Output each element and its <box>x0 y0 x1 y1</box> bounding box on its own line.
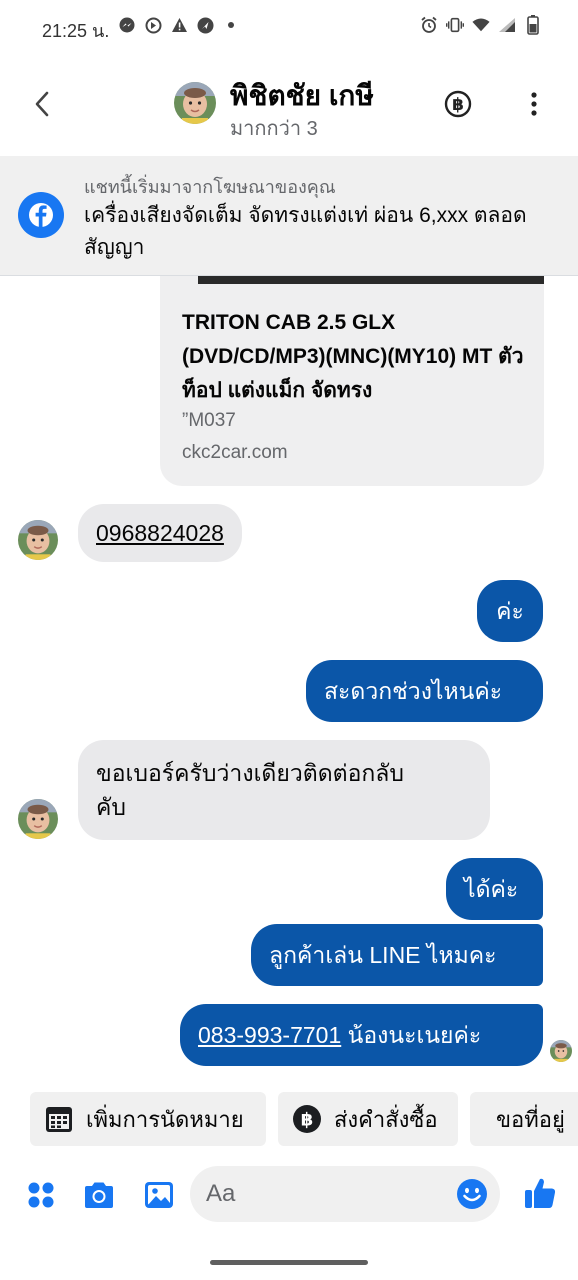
message-text: น้องนะเนยค่ะ <box>341 1022 482 1048</box>
like-button[interactable] <box>522 1174 558 1212</box>
message-input[interactable] <box>206 1176 446 1212</box>
ad-banner-title: แชทนี้เริ่มมาจากโฆษณาของคุณ <box>84 177 336 197</box>
image-icon <box>145 1182 173 1208</box>
message-bubble-outgoing[interactable]: สะดวกช่วงไหนค่ะ <box>306 660 543 722</box>
status-time: 21:25 น. <box>42 21 110 41</box>
camera-icon <box>85 1182 113 1208</box>
message-text: ได้ค่ะ <box>464 876 519 902</box>
more-vertical-icon <box>531 92 537 116</box>
request-address-button[interactable]: ขอที่อยู่ <box>470 1092 578 1146</box>
emoji-icon <box>457 1179 487 1209</box>
data-saver-icon <box>144 16 162 34</box>
ad-origin-banner[interactable]: แชทนี้เริ่มมาจากโฆษณาของคุณ เครื่องเสียง… <box>0 156 578 276</box>
ad-banner-text: เครื่องเสียงจัดเต็ม จัดทรงแต่งเท่ ผ่อน 6… <box>84 204 527 259</box>
message-text: สะดวกช่วงไหนค่ะ <box>324 678 503 704</box>
messenger-icon <box>118 16 136 34</box>
gallery-button[interactable] <box>142 1178 176 1212</box>
message-text-line2: คับ <box>96 794 126 820</box>
gesture-nav-bar[interactable] <box>210 1260 368 1265</box>
dot-icon <box>222 16 240 34</box>
camera-button[interactable] <box>82 1178 116 1212</box>
baht-icon: ฿ <box>293 1105 321 1133</box>
battery-icon <box>524 15 542 35</box>
calendar-icon <box>46 1107 72 1132</box>
chevron-left-icon <box>35 91 49 117</box>
contact-avatar[interactable] <box>174 82 216 124</box>
emoji-button[interactable] <box>456 1178 488 1210</box>
message-text: ค่ะ <box>496 598 524 624</box>
more-actions-button[interactable] <box>24 1178 58 1212</box>
navigation-icon <box>196 16 214 34</box>
link-preview-card[interactable]: TRITON CAB 2.5 GLX (DVD/CD/MP3)(MNC)(MY1… <box>160 276 544 486</box>
message-bubble-outgoing[interactable]: ได้ค่ะ <box>446 858 543 920</box>
link-preview-title: TRITON CAB 2.5 GLX (DVD/CD/MP3)(MNC)(MY1… <box>182 311 524 402</box>
quick-action-label: ขอที่อยู่ <box>496 1106 565 1132</box>
baht-icon: ฿ <box>444 90 472 118</box>
sender-avatar[interactable] <box>18 799 58 839</box>
thumbs-up-icon <box>525 1178 556 1208</box>
signal-icon <box>498 16 516 34</box>
svg-text:฿: ฿ <box>301 1110 314 1131</box>
more-options-button[interactable] <box>522 90 546 118</box>
send-order-button[interactable]: ฿ ส่งคำสั่งซื้อ <box>278 1092 458 1146</box>
message-bubble-incoming[interactable]: 0968824028 <box>78 504 242 562</box>
add-appointment-button[interactable]: เพิ่มการนัดหมาย <box>30 1092 266 1146</box>
link-preview-image <box>198 276 544 284</box>
message-bubble-outgoing[interactable]: ลูกค้าเล่น LINE ไหมคะ <box>251 924 543 986</box>
message-input-container[interactable] <box>190 1166 500 1222</box>
chat-header: พิชิตชัย เกษี มากกว่า 3 ฿ <box>0 52 578 156</box>
phone-link[interactable]: 0968824028 <box>96 520 224 546</box>
link-preview-description: ”M037 <box>182 410 236 431</box>
back-button[interactable] <box>26 88 58 120</box>
message-bubble-incoming[interactable]: ขอเบอร์ครับว่างเดียวติดต่อกลับ คับ <box>78 740 490 840</box>
sender-avatar[interactable] <box>18 520 58 560</box>
quick-action-label: ส่งคำสั่งซื้อ <box>334 1106 438 1132</box>
payment-button[interactable]: ฿ <box>444 90 472 118</box>
message-text: ลูกค้าเล่น LINE ไหมคะ <box>269 942 497 968</box>
message-text: ขอเบอร์ครับว่างเดียวติดต่อกลับ <box>96 760 404 786</box>
message-bubble-outgoing[interactable]: ค่ะ <box>477 580 543 642</box>
warning-icon <box>170 16 188 34</box>
message-bubble-outgoing[interactable]: 083-993-7701 น้องนะเนยค่ะ <box>180 1004 543 1066</box>
facebook-icon <box>18 192 64 238</box>
phone-link[interactable]: 083-993-7701 <box>198 1022 341 1048</box>
link-preview-domain: ckc2car.com <box>182 442 288 463</box>
vibrate-icon <box>446 16 464 34</box>
message-composer <box>0 1160 578 1230</box>
alarm-icon <box>420 16 438 34</box>
svg-text:฿: ฿ <box>452 95 464 115</box>
grid-dots-icon <box>28 1182 54 1208</box>
status-bar: 21:25 น. <box>0 0 578 52</box>
read-receipt-avatar <box>550 1040 572 1062</box>
quick-action-label: เพิ่มการนัดหมาย <box>86 1106 244 1132</box>
wifi-icon <box>472 16 490 34</box>
contact-subtitle: มากกว่า 3 <box>230 118 318 140</box>
